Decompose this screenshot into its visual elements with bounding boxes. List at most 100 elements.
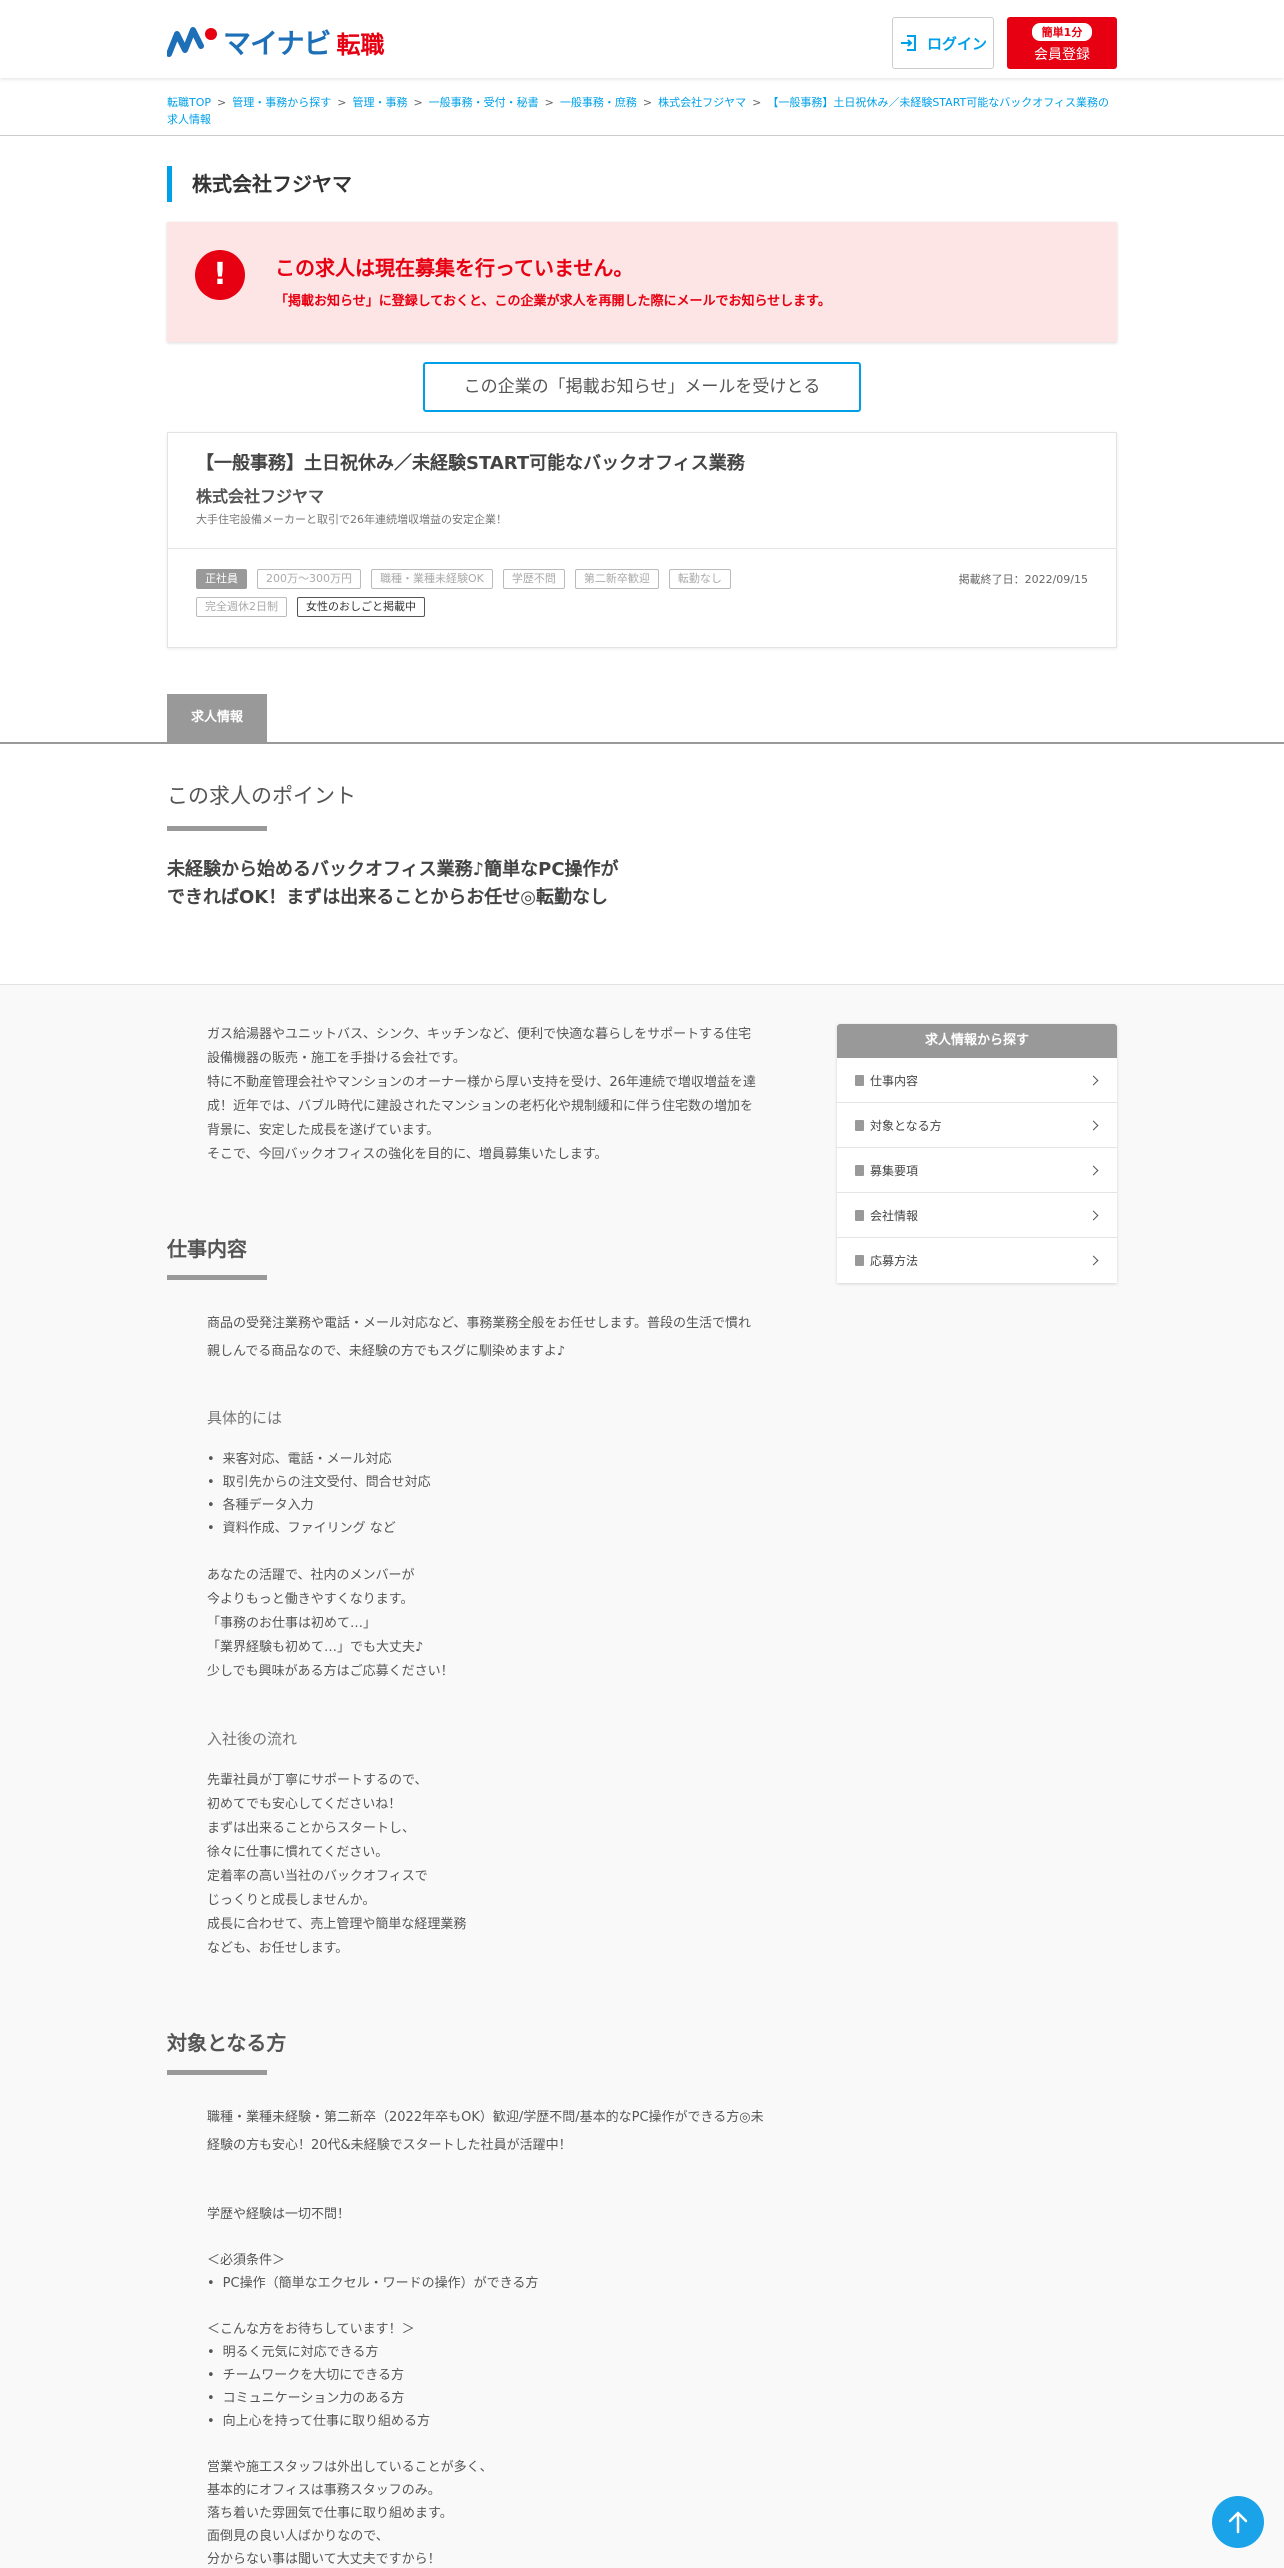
login-label: ログイン <box>926 34 987 53</box>
summary-line: 経験の方も安心！20代&未経験でスタートした社員が活躍中！ <box>207 2138 572 2153</box>
flow-line: じっくりと成長しませんか。 <box>207 1893 376 1908</box>
flow-line: 成長に合わせて、売上管理や簡単な経理業務 <box>207 1917 467 1932</box>
page-top-button[interactable] <box>1212 2496 1264 2548</box>
register-badge: 簡単1分 <box>1031 23 1093 41</box>
tag: 職種・業種未経験OK <box>371 569 493 589</box>
tag: 転勤なし <box>668 569 731 589</box>
tag: 女性のおしごと掲載中 <box>297 597 425 617</box>
logo-sub-text: 転職 <box>336 30 385 59</box>
tab-job-info[interactable]: 求人情報 <box>167 694 267 742</box>
register-button[interactable]: 簡単1分 会員登録 <box>1007 17 1117 69</box>
list-item: 明るく元気に対応できる方 <box>207 2341 807 2364</box>
tag: 学歴不問 <box>502 569 565 589</box>
intro-line: 設備機器の販売・施工を手掛ける会社です。 <box>207 1051 466 1066</box>
message-line: 少しでも興味がある方はご応募ください！ <box>207 1664 454 1679</box>
job-title: 【一般事務】土日祝休み／未経験START可能なバックオフィス業務 <box>196 453 745 474</box>
education-text: 学歴や経験は一切不問！ <box>207 2207 351 2222</box>
specific-list: 来客対応、電話・メール対応 取引先からの注文受付、問合せ対応 各種データ入力 資… <box>207 1448 807 1540</box>
heading-underline <box>167 1275 267 1280</box>
posting-end-date: 掲載終了日：2022/09/15 <box>958 573 1088 586</box>
list-item: 資料作成、ファイリング など <box>207 1517 807 1540</box>
breadcrumb-item[interactable]: 株式会社フジヤマ <box>658 96 746 109</box>
alert-title: この求人は現在募集を行っていません。 <box>275 256 634 280</box>
heading-underline <box>167 2070 267 2075</box>
list-item: チームワークを大切にできる方 <box>207 2364 807 2387</box>
job-company: 株式会社フジヤマ <box>196 487 325 506</box>
list-item: 来客対応、電話・メール対応 <box>207 1448 807 1471</box>
sidebar-item-requirements[interactable]: 募集要項 <box>837 1148 1117 1193</box>
office-line: 落ち着いた雰囲気で仕事に取り組めます。 <box>207 2506 453 2521</box>
point-heading: この求人のポイント <box>167 784 356 808</box>
sidebar-item-company[interactable]: 会社情報 <box>837 1193 1117 1238</box>
intro-line: そこで、今回バックオフィスの強化を目的に、増員募集いたします。 <box>207 1147 608 1162</box>
divider <box>0 135 1284 136</box>
onboarding-flow: 先輩社員が丁寧にサポートするので、 初めてでも安心してくださいね！ まずは出来る… <box>207 1769 807 1961</box>
register-label: 会員登録 <box>1034 47 1090 63</box>
tag: 200万～300万円 <box>257 569 361 589</box>
login-icon <box>900 35 916 51</box>
message-line: 今よりもっと働きやすくなります。 <box>207 1592 414 1607</box>
document-icon <box>855 1164 864 1176</box>
summary-line: 親しんでる商品なので、未経験の方でもスグに馴染めますよ♪ <box>207 1344 566 1359</box>
sidebar-item-label: 募集要項 <box>870 1163 919 1178</box>
flow-line: 徐々に仕事に慣れてください。 <box>207 1845 389 1860</box>
company-intro: ガス給湯器やユニットバス、シンク、キッチンなど、便利で快適な暮らしをサポートする… <box>207 1023 807 1167</box>
message-line: あなたの活躍で、社内のメンバーが <box>207 1568 415 1583</box>
list-item: コミュニケーション力のある方 <box>207 2387 807 2410</box>
chevron-right-icon <box>1088 1120 1099 1130</box>
breadcrumb-item[interactable]: 管理・事務 <box>352 96 407 109</box>
office-line: 分からない事は聞いて大丈夫ですから！ <box>207 2552 441 2567</box>
intro-line: 特に不動産管理会社やマンションのオーナー様から厚い支持を受け、26年連続で増収増… <box>207 1075 756 1090</box>
sidebar-item-label: 会社情報 <box>870 1208 919 1223</box>
breadcrumb-item[interactable]: 転職TOP <box>167 96 211 109</box>
sidebar-item-label: 対象となる方 <box>870 1118 942 1133</box>
logo-main-text: マイナビ <box>223 27 331 60</box>
heading-underline <box>167 826 267 831</box>
login-button[interactable]: ログイン <box>892 17 994 69</box>
subheading-specific: 具体的には <box>207 1409 283 1427</box>
list-item: 各種データ入力 <box>207 1494 807 1517</box>
intro-line: 背景に、安定した成長を遂げています。 <box>207 1123 440 1138</box>
required-list: PC操作（簡単なエクセル・ワードの操作）ができる方 <box>207 2272 807 2295</box>
mynavi-logo[interactable]: マイナビ 転職 <box>167 22 384 62</box>
notify-mail-button[interactable]: この企業の「掲載お知らせ」メールを受けとる <box>423 362 861 412</box>
intro-line: 成！近年では、バブル時代に建設されたマンションの老朽化や規制緩和に伴う住宅数の増… <box>207 1099 754 1114</box>
chevron-right-icon <box>1088 1255 1099 1266</box>
target-details: 学歴や経験は一切不問！ ＜必須条件＞ PC操作（簡単なエクセル・ワードの操作）が… <box>207 2203 807 2568</box>
logo-mark-icon <box>167 27 217 57</box>
closed-alert: ! この求人は現在募集を行っていません。 「掲載お知らせ」に登録しておくと、この… <box>167 222 1117 342</box>
point-body: 未経験から始めるバックオフィス業務♪簡単なPC操作が できればOK！まずは出来る… <box>167 856 687 912</box>
tag: 正社員 <box>196 569 247 589</box>
job-tags: 正社員 200万～300万円 職種・業種未経験OK 学歴不問 第二新卒歓迎 転勤… <box>196 569 816 617</box>
job-summary-card: 【一般事務】土日祝休み／未経験START可能なバックオフィス業務 株式会社フジヤ… <box>167 432 1117 648</box>
sidebar-item-label: 応募方法 <box>870 1254 919 1268</box>
section-heading-target: 対象となる方 <box>167 2031 287 2055</box>
office-line: 面倒見の良い人ばかりなので、 <box>207 2529 389 2544</box>
tab-underline <box>0 742 1284 744</box>
document-icon <box>855 1119 864 1131</box>
sidebar-item-apply[interactable]: 応募方法 <box>837 1238 1117 1283</box>
sidebar-item-target[interactable]: 対象となる方 <box>837 1103 1117 1148</box>
tag: 第二新卒歓迎 <box>574 569 659 589</box>
flow-line: まずは出来ることからスタートし、 <box>207 1821 416 1836</box>
breadcrumb-item[interactable]: 一般事務・受付・秘書 <box>429 96 539 109</box>
subheading-flow: 入社後の流れ <box>207 1730 298 1748</box>
flow-line: 先輩社員が丁寧にサポートするので、 <box>207 1773 428 1788</box>
work-summary: 商品の受発注業務や電話・メール対応など、事務業務全般をお任せします。普段の生活で… <box>207 1310 827 1366</box>
job-catchphrase: 大手住宅設備メーカーと取引で26年連続増収増益の安定企業！ <box>196 513 507 526</box>
flow-line: 定着率の高い当社のバックオフィスで <box>207 1869 428 1884</box>
message-line: 「業界経験も初めて…」でも大丈夫♪ <box>207 1640 424 1655</box>
exclamation-icon: ! <box>195 250 245 300</box>
office-line: 基本的にオフィスは事務スタッフのみ。 <box>207 2483 441 2498</box>
point-line: 未経験から始めるバックオフィス業務♪簡単なPC操作が <box>167 859 619 880</box>
breadcrumb-item[interactable]: 管理・事務から探す <box>232 96 331 109</box>
point-line: できればOK！まずは出来ることからお任せ◎転勤なし <box>167 887 608 908</box>
chevron-right-icon <box>1088 1165 1099 1175</box>
site-header: マイナビ 転職 ログイン 簡単1分 会員登録 <box>0 0 1284 78</box>
alert-subtext: 「掲載お知らせ」に登録しておくと、この企業が求人を再開した際にメールでお知らせし… <box>275 294 831 309</box>
job-info-sidebar: 求人情報から探す 仕事内容 対象となる方 募集要項 会社情報 応募方法 <box>837 1024 1117 1283</box>
sidebar-item-work[interactable]: 仕事内容 <box>837 1058 1117 1103</box>
company-heading: 株式会社フジヤマ <box>167 166 352 202</box>
breadcrumb-item[interactable]: 一般事務・庶務 <box>560 96 637 109</box>
document-icon <box>855 1209 864 1221</box>
